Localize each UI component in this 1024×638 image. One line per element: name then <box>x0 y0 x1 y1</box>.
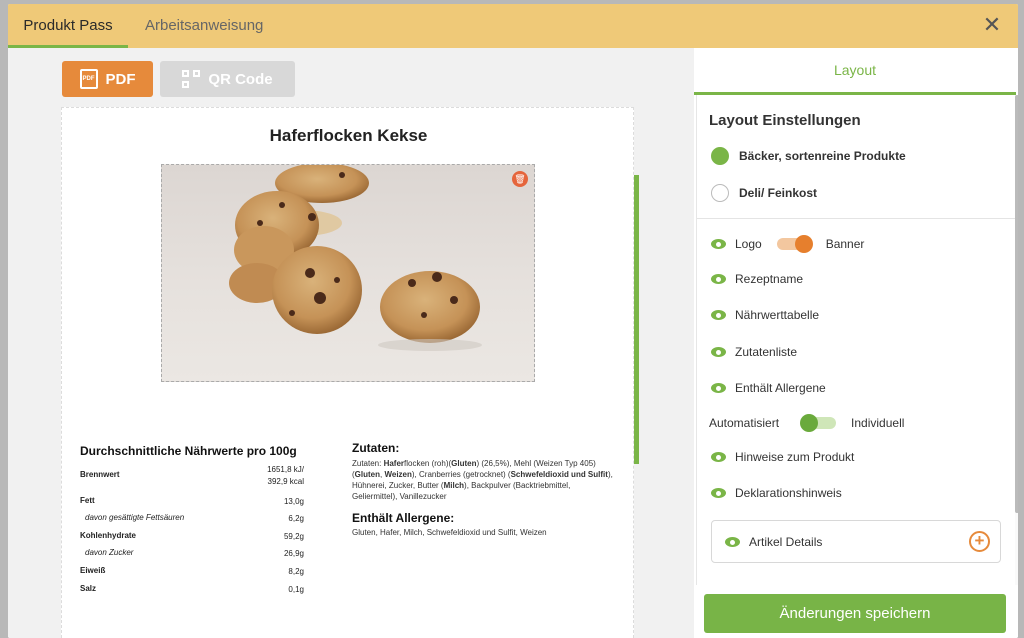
radio-baecker[interactable]: Bäcker, sortenreine Produkte <box>711 147 906 165</box>
radio-unselected-icon[interactable] <box>711 184 729 202</box>
auto-individuell-toggle-row: Automatisiert Individuell <box>709 414 905 432</box>
layout-settings-title: Layout Einstellungen <box>709 112 861 129</box>
radio-deli[interactable]: Deli/ Feinkost <box>711 184 817 202</box>
eye-icon[interactable] <box>711 383 726 393</box>
cookies-photo <box>229 165 482 351</box>
layout-panel: Layout Layout Einstellungen Bäcker, sort… <box>694 48 1018 638</box>
nutrition-value: 59,2g <box>283 532 304 541</box>
nutrition-label: Eiweiß <box>80 566 106 575</box>
nutrition-value: 1651,8 kJ/392,9 kcal <box>267 465 304 486</box>
option-label: Deklarationshinweis <box>735 486 842 500</box>
tab-produkt-pass[interactable]: Produkt Pass <box>8 4 128 48</box>
produkt-pass-preview: Haferflocken Kekse 🗑 Durchschnittliche N… <box>61 107 634 638</box>
nutrition-value: 8,2g <box>288 567 304 576</box>
radio-label: Bäcker, sortenreine Produkte <box>739 149 906 163</box>
nutrition-label: Brennwert <box>80 470 120 479</box>
nutrition-label: davon gesättigte Fettsäuren <box>85 513 185 522</box>
zutaten-title: Zutaten: <box>352 441 400 455</box>
divider <box>697 218 1017 219</box>
panel-scrollbar-thumb[interactable] <box>1015 95 1018 513</box>
eye-icon[interactable] <box>711 347 726 357</box>
option-label: Rezeptname <box>735 272 804 286</box>
tab-arbeitsanweisung[interactable]: Arbeitsanweisung <box>145 4 263 48</box>
nutrition-label: Kohlenhydrate <box>80 531 137 540</box>
auto-individuell-toggle[interactable] <box>800 414 837 432</box>
zutaten-text: Zutaten: Haferflocken (roh)(Gluten) (26,… <box>352 459 613 501</box>
nutrition-title: Durchschnittliche Nährwerte pro 100g <box>80 444 297 458</box>
option-label: Enthält Allergene <box>735 381 826 395</box>
eye-icon[interactable] <box>711 239 726 249</box>
option-artikel-details[interactable]: Artikel Details <box>725 535 822 549</box>
recipe-title: Haferflocken Kekse <box>269 126 428 145</box>
nutrition-value: 0,1g <box>288 585 304 594</box>
option-label: Artikel Details <box>749 535 823 549</box>
option-label: Nährwerttabelle <box>735 308 820 322</box>
option-label: Zutatenliste <box>735 345 798 359</box>
qr-code-button-label: QR Code <box>208 70 273 88</box>
pdf-button[interactable]: PDF PDF <box>62 61 153 97</box>
plus-circle-icon[interactable]: + <box>969 531 990 552</box>
nutrition-label: Salz <box>80 584 97 593</box>
nutrition-label: Fett <box>80 496 95 505</box>
option-rezeptname[interactable]: Rezeptname <box>711 272 803 286</box>
preview-scrollbar[interactable] <box>634 175 639 464</box>
qr-code-icon <box>182 70 201 88</box>
eye-icon[interactable] <box>711 274 726 284</box>
individuell-label: Individuell <box>851 416 905 430</box>
nutrition-value: 26,9g <box>283 549 304 558</box>
logo-banner-toggle[interactable] <box>776 235 813 253</box>
product-image: 🗑 <box>161 164 535 382</box>
eye-icon[interactable] <box>711 452 726 462</box>
layout-settings: Layout Einstellungen Bäcker, sortenreine… <box>696 95 1018 585</box>
pdf-button-label: PDF <box>105 70 136 88</box>
nutrition-row: Brennwert 1651,8 kJ/392,9 kcal <box>80 464 304 488</box>
modal-header: Produkt Pass Arbeitsanweisung ✕ <box>8 4 1018 48</box>
close-icon[interactable]: ✕ <box>980 13 1004 37</box>
radio-selected-icon[interactable] <box>711 147 729 165</box>
logo-label: Logo <box>735 237 762 251</box>
preview-area: PDF PDF QR Code Haferflocken Kekse 🗑 Dur… <box>8 48 694 638</box>
option-naehrwerttabelle[interactable]: Nährwerttabelle <box>711 308 819 322</box>
automatisiert-label: Automatisiert <box>709 416 780 430</box>
option-deklaration[interactable]: Deklarationshinweis <box>711 486 842 500</box>
nutrition-value: 6,2g <box>288 514 304 523</box>
artikel-details-box[interactable]: Artikel Details + <box>711 520 1001 563</box>
eye-icon[interactable] <box>725 537 740 547</box>
option-label: Hinweise zum Produkt <box>735 450 855 464</box>
nutrition-label: davon Zucker <box>85 548 134 557</box>
qr-code-button[interactable]: QR Code <box>160 61 295 97</box>
eye-icon[interactable] <box>711 488 726 498</box>
banner-label: Banner <box>825 237 865 251</box>
option-zutatenliste[interactable]: Zutatenliste <box>711 345 797 359</box>
eye-icon[interactable] <box>711 310 726 320</box>
allergene-title: Enthält Allergene: <box>352 511 455 525</box>
pdf-icon: PDF <box>79 69 98 89</box>
logo-banner-toggle-row: Logo Banner <box>711 235 865 253</box>
save-changes-button[interactable]: Änderungen speichern <box>704 594 1006 633</box>
trash-icon[interactable]: 🗑 <box>512 171 528 187</box>
option-allergene[interactable]: Enthält Allergene <box>711 381 826 395</box>
option-hinweise[interactable]: Hinweise zum Produkt <box>711 450 854 464</box>
nutrition-value: 13,0g <box>283 497 304 506</box>
tab-layout[interactable]: Layout <box>694 48 1016 95</box>
allergene-text: Gluten, Hafer, Milch, Schwefeldioxid und… <box>352 528 547 537</box>
radio-label: Deli/ Feinkost <box>739 186 818 200</box>
produkt-pass-modal: Produkt Pass Arbeitsanweisung ✕ PDF PDF … <box>8 4 1018 638</box>
